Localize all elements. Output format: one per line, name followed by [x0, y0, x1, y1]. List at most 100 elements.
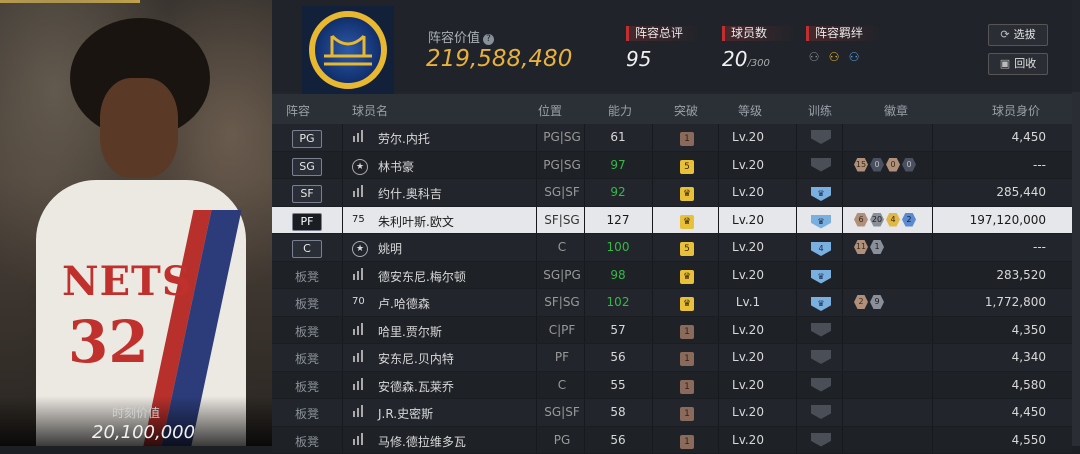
stats-icon: [352, 350, 368, 364]
column-divider: [842, 399, 843, 426]
table-row[interactable]: 板凳哈里.贾尔斯C|PF571Lv.204,350: [272, 317, 1072, 345]
player-name[interactable]: 约什.奥科吉: [378, 185, 518, 202]
training-level[interactable]: [806, 350, 836, 367]
training-level[interactable]: ♛: [806, 268, 836, 284]
column-divider: [342, 234, 343, 261]
player-name[interactable]: 林书豪: [378, 158, 518, 175]
rating-icon: 75: [352, 214, 368, 228]
table-row[interactable]: PG劳尔.内托PG|SG611Lv.204,450: [272, 124, 1072, 152]
player-name[interactable]: 德安东尼.梅尔顿: [378, 268, 518, 285]
player-name[interactable]: 姚明: [378, 240, 518, 257]
badge-icon: 0: [886, 158, 900, 172]
table-row[interactable]: 板凳70卢.哈德森SF|SG102♛Lv.1♛291,772,800: [272, 289, 1072, 317]
training-level[interactable]: ♛: [806, 295, 836, 311]
table-row[interactable]: SF约什.奥科吉SG|SF92♛Lv.20♛285,440: [272, 179, 1072, 207]
roster-slot: C: [292, 240, 322, 258]
refresh-icon: ⟳: [1000, 28, 1009, 41]
column-divider: [842, 179, 843, 206]
table-row[interactable]: C★姚明C1005Lv.204111---: [272, 234, 1072, 262]
chemistry-icons[interactable]: ⚇ ⚇ ⚇: [806, 49, 879, 65]
column-divider: [842, 344, 843, 371]
help-icon[interactable]: ?: [483, 34, 494, 45]
player-name[interactable]: 朱利叶斯.欧文: [378, 213, 518, 230]
overall-label: 阵容总评: [626, 26, 699, 41]
chemistry-grey-icon[interactable]: ⚇: [806, 49, 822, 65]
roster-header: 阵容价值? 219,588,480 阵容总评 95 球员数 20/300 阵容羁…: [272, 0, 1072, 92]
breakthrough-level: ♛: [672, 295, 702, 311]
training-level[interactable]: [806, 405, 836, 422]
roster-slot: SF: [292, 185, 322, 203]
player-level: Lv.20: [708, 268, 788, 282]
chemistry-gold-icon[interactable]: ⚇: [826, 49, 842, 65]
column-divider: [536, 207, 537, 234]
position-badge: C: [292, 240, 322, 258]
training-level[interactable]: 4: [806, 240, 836, 256]
recycle-button[interactable]: ▣回收: [988, 53, 1048, 75]
table-row[interactable]: 板凳J.R.史密斯SG|SF581Lv.204,450: [272, 399, 1072, 427]
column-divider: [718, 124, 719, 151]
table-row[interactable]: PF75朱利叶斯.欧文SF|SG127♛Lv.20♛62042197,120,0…: [272, 207, 1072, 235]
column-divider: [652, 207, 653, 234]
overall-rating: 100: [588, 240, 648, 254]
player-face: [100, 78, 178, 178]
player-count-value: 20/300: [722, 47, 795, 71]
column-header: 等级: [738, 102, 762, 119]
player-name[interactable]: 马修.德拉维多瓦: [378, 433, 518, 450]
player-level: Lv.20: [708, 158, 788, 172]
column-divider: [342, 289, 343, 316]
column-divider: [796, 262, 797, 289]
select-button[interactable]: ⟳选拔: [988, 24, 1048, 46]
table-row[interactable]: 板凳安德森.瓦莱乔C551Lv.204,580: [272, 372, 1072, 400]
player-card[interactable]: NETS 32 时刻价值 20,100,000: [0, 0, 272, 446]
breakthrough-badge: ♛: [680, 297, 694, 311]
training-level[interactable]: [806, 433, 836, 450]
overall-rating: 56: [588, 433, 648, 447]
column-divider: [718, 207, 719, 234]
badge-icon: 20: [870, 213, 884, 227]
player-name[interactable]: J.R.史密斯: [378, 405, 518, 422]
breakthrough-level: 5: [672, 158, 702, 174]
overall-rating: 57: [588, 323, 648, 337]
badge-icon: 11: [854, 240, 868, 254]
moment-value: 20,100,000: [92, 422, 195, 443]
training-level[interactable]: [806, 323, 836, 340]
breakthrough-badge: 5: [680, 242, 694, 256]
column-divider: [342, 124, 343, 151]
player-name[interactable]: 安德森.瓦莱乔: [378, 378, 518, 395]
player-name[interactable]: 卢.哈德森: [378, 295, 518, 312]
column-divider: [932, 289, 933, 316]
column-divider: [842, 234, 843, 261]
position-badge: SG: [292, 158, 322, 176]
column-divider: [536, 234, 537, 261]
training-level[interactable]: [806, 378, 836, 395]
player-name[interactable]: 安东尼.贝内特: [378, 350, 518, 367]
column-header: 阵容: [286, 102, 310, 119]
column-divider: [584, 179, 585, 206]
table-row[interactable]: 板凳马修.德拉维多瓦PG561Lv.204,550: [272, 427, 1072, 454]
column-divider: [718, 152, 719, 179]
table-row[interactable]: SG★林书豪PG|SG975Lv.2015000---: [272, 152, 1072, 180]
player-salary: ---: [932, 240, 1046, 254]
breakthrough-badge: ♛: [680, 215, 694, 229]
training-level[interactable]: [806, 130, 836, 147]
column-divider: [718, 179, 719, 206]
scrollbar[interactable]: [1072, 92, 1080, 446]
training-level[interactable]: [806, 158, 836, 175]
breakthrough-level: 1: [672, 323, 702, 339]
column-divider: [652, 317, 653, 344]
player-name[interactable]: 哈里.贾尔斯: [378, 323, 518, 340]
column-divider: [584, 262, 585, 289]
table-row[interactable]: 板凳安东尼.贝内特PF561Lv.204,340: [272, 344, 1072, 372]
training-level[interactable]: ♛: [806, 213, 836, 229]
player-level: Lv.1: [708, 295, 788, 309]
player-name[interactable]: 劳尔.内托: [378, 130, 518, 147]
chemistry-blue-icon[interactable]: ⚇: [846, 49, 862, 65]
breakthrough-badge: 1: [680, 325, 694, 339]
column-divider: [536, 372, 537, 399]
training-level[interactable]: ♛: [806, 185, 836, 201]
column-divider: [342, 179, 343, 206]
bench-label: 板凳: [295, 407, 319, 421]
training-shield-icon: ♛: [811, 270, 831, 284]
column-divider: [536, 427, 537, 454]
table-row[interactable]: 板凳德安东尼.梅尔顿SG|PG98♛Lv.20♛283,520: [272, 262, 1072, 290]
